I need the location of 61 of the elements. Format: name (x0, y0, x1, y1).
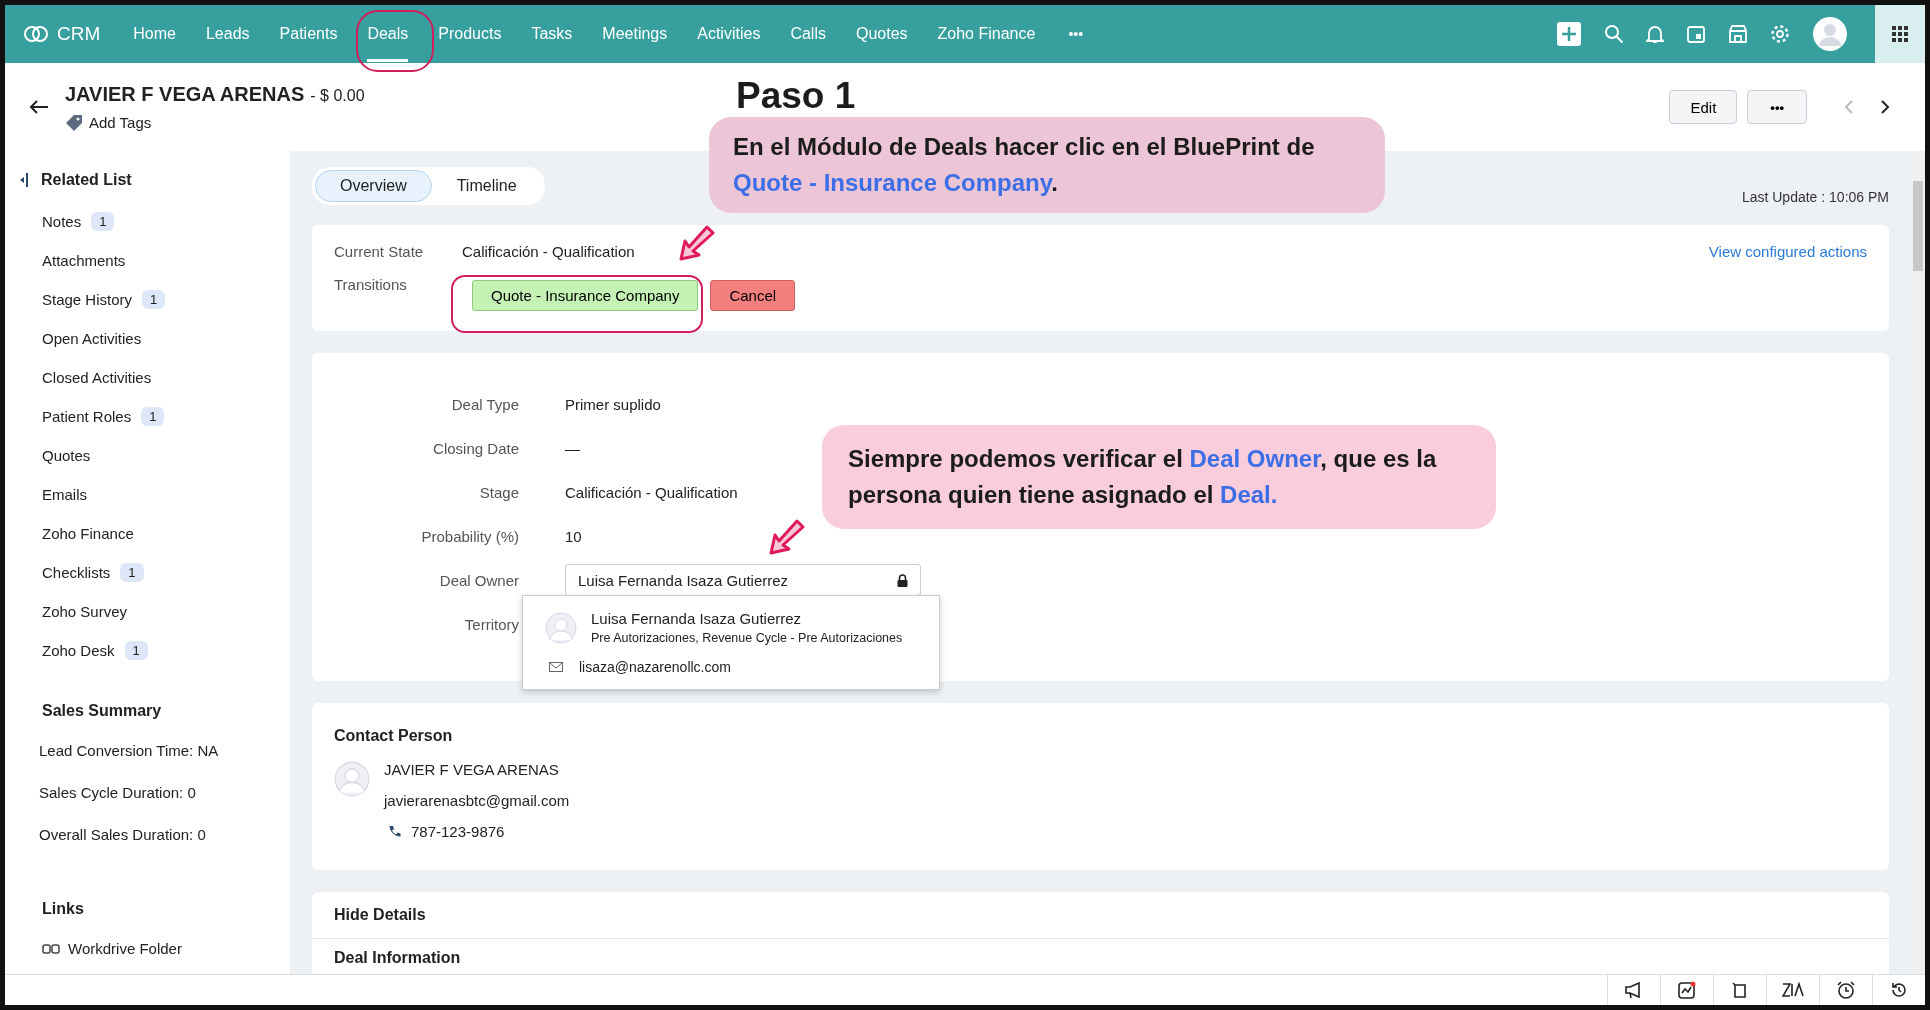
count-badge: 1 (141, 407, 165, 426)
field-label: Current State (334, 243, 425, 260)
summary-text: Sales Cycle Duration: 0 (38, 784, 197, 803)
related-list-item[interactable]: Patient Roles (42, 408, 132, 425)
section-title: Links (42, 900, 85, 918)
last-update-text: Last Update : 10:06 PM (1741, 189, 1889, 205)
owner-name: Luisa Fernanda Isaza Gutierrez (591, 610, 803, 627)
edit-button[interactable]: Edit (1669, 90, 1738, 124)
field-value: — (565, 439, 580, 457)
field-label: Transitions (334, 276, 408, 293)
contact-phone: 787-123-9876 (411, 823, 505, 840)
transition-button[interactable]: Quote - Insurance Company (472, 280, 699, 311)
contact-email[interactable]: javierarenasbtc@gmail.com (384, 792, 570, 809)
related-list-item[interactable]: Notes (42, 213, 82, 230)
view-actions-link[interactable]: View configured actions (1708, 243, 1867, 260)
field-value: Primer suplido (565, 395, 661, 413)
related-list-item[interactable]: Quotes (42, 447, 91, 464)
hide-details-toggle[interactable]: Hide Details (312, 892, 1889, 939)
related-list-item[interactable]: Closed Activities (42, 369, 152, 386)
count-badge: 1 (91, 212, 115, 231)
add-tags-link[interactable]: Add Tags (89, 114, 152, 131)
card-title: Contact Person (334, 727, 454, 745)
field-label: Probability (%) (420, 527, 519, 545)
sidebar-link[interactable]: Workdrive Folder (68, 940, 182, 957)
record-title: JAVIER F VEGA ARENAS (65, 82, 305, 106)
deal-amount: - $ 0.00 (310, 86, 365, 105)
callout-note: En el Módulo de Deals hacer clic en el BluePrint de Quote - Insurance Company. (709, 117, 1385, 213)
app-name: CRM (57, 23, 101, 45)
related-list-item[interactable]: Emails (42, 486, 87, 503)
step-title: Paso 1 (736, 75, 856, 117)
field-label: Territory (463, 615, 519, 633)
related-list-item[interactable]: Zoho Finance (42, 525, 134, 542)
section-title: Deal Information (333, 948, 462, 968)
related-list-item[interactable]: Zoho Survey (42, 603, 128, 620)
summary-text: Overall Sales Duration: 0 (38, 826, 207, 845)
field-label: Stage (478, 483, 519, 501)
count-badge: 1 (120, 563, 144, 582)
summary-text: Lead Conversion Time: NA (38, 742, 220, 761)
transition-button[interactable]: Cancel (710, 280, 796, 311)
field-label: Closing Date (432, 439, 519, 457)
related-list-item[interactable]: Stage History (42, 291, 133, 308)
callout-note: Siempre podemos verificar el Deal Owner, que es la persona quien tiene asignado el Deal. (822, 425, 1496, 529)
count-badge: 1 (124, 641, 148, 660)
owner-email: lisaza@nazarenollc.com (579, 659, 731, 675)
count-badge: 1 (142, 290, 166, 309)
related-list-item[interactable]: Zoho Desk (42, 642, 115, 659)
owner-role: Pre Autorizaciones, Revenue Cycle - Pre Autorizaciones (591, 631, 903, 645)
field-label: Deal Type (450, 395, 519, 413)
section-title: Sales Summary (42, 702, 163, 720)
more-button[interactable]: ••• (1747, 90, 1807, 124)
related-list-item[interactable]: Attachments (42, 252, 126, 269)
section-title: Related List (41, 171, 132, 189)
related-list-item[interactable]: Open Activities (42, 330, 142, 347)
field-value: Calificación - Qualification (565, 483, 738, 501)
field-value: 10 (565, 527, 582, 545)
field-label: Deal Owner (438, 571, 519, 589)
related-list-item[interactable]: Checklists (42, 564, 111, 581)
contact-name: JAVIER F VEGA ARENAS (384, 761, 560, 778)
view-tab[interactable]: Overview (315, 170, 432, 202)
field-value: Calificación - Qualification (462, 243, 635, 260)
view-tab[interactable]: Timeline (431, 170, 542, 202)
